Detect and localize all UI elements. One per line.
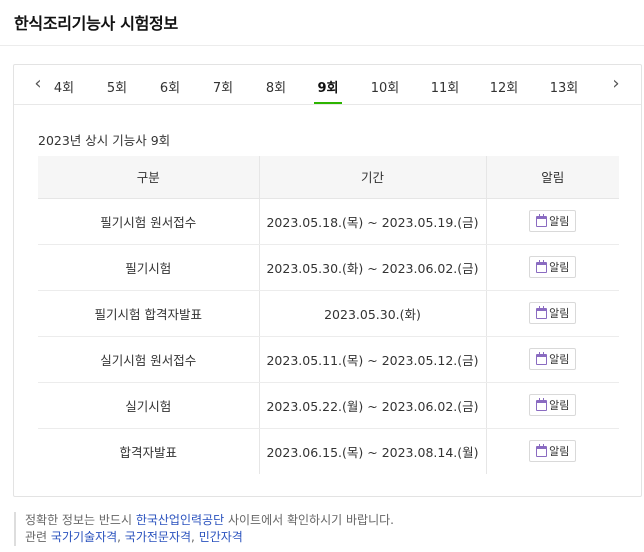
table-row: 합격자발표 2023.06.15.(목) ~ 2023.08.14.(월) 알림 [38,428,619,474]
tab-round-5[interactable]: 5회 [97,77,137,96]
table-row: 필기시험 원서접수 2023.05.18.(목) ~ 2023.05.19.(금… [38,198,619,245]
national-professional-qual-link[interactable]: 국가전문자격 [125,530,191,544]
tab-round-6[interactable]: 6회 [150,77,190,96]
alarm-button[interactable]: 알림 [529,348,577,370]
row-period: 2023.05.18.(목) ~ 2023.05.19.(금) [258,198,486,245]
title-divider [0,45,644,46]
tab-round-11[interactable]: 11회 [425,77,465,96]
schedule-table: 구분 기간 알림 필기시험 원서접수 2023.05.18.(목) ~ 2023… [38,156,619,474]
alarm-label: 알림 [549,353,570,366]
header-category: 구분 [38,156,259,199]
calendar-icon [536,397,548,411]
table-row: 필기시험 합격자발표 2023.05.30.(화) 알림 [38,290,619,337]
row-category: 필기시험 원서접수 [38,198,259,245]
alarm-label: 알림 [549,215,570,228]
separator: , [191,530,199,544]
page-title: 한식조리기능사 시험정보 [14,14,178,33]
notice-line-2: 관련 국가기술자격, 국가전문자격, 민간자격 [25,529,394,546]
row-period: 2023.05.11.(목) ~ 2023.05.12.(금) [258,336,486,383]
table-row: 필기시험 2023.05.30.(화) ~ 2023.06.02.(금) 알림 [38,244,619,291]
alarm-button[interactable]: 알림 [529,440,577,463]
national-technical-qual-link[interactable]: 국가기술자격 [51,530,117,544]
calendar-icon [536,259,548,273]
row-category: 필기시험 [38,244,259,291]
row-period: 2023.05.30.(화) [258,290,486,337]
tab-round-8[interactable]: 8회 [256,77,296,96]
row-category: 합격자발표 [119,444,177,460]
row-period: 2023.05.22.(월) ~ 2023.06.02.(금) [258,382,486,429]
chevron-right-icon[interactable]: › [609,75,623,93]
calendar-icon [536,351,548,365]
notice-line-1: 정확한 정보는 반드시 한국산업인력공단 사이트에서 확인하시기 바랍니다. [25,512,394,529]
tab-round-12[interactable]: 12회 [484,77,524,96]
alarm-label: 알림 [549,445,570,459]
private-qual-link[interactable]: 민간자격 [199,530,243,544]
row-category: 실기시험 [38,382,259,429]
row-period: 2023.06.15.(목) ~ 2023.08.14.(월) [258,428,486,474]
tab-round-9[interactable]: 9회 [308,77,348,96]
row-category: 필기시험 합격자발표 [38,290,259,337]
notice: 정확한 정보는 반드시 한국산업인력공단 사이트에서 확인하시기 바랍니다. 관… [14,512,394,546]
calendar-icon [536,213,548,227]
round-tab-bar: ‹ 4회 5회 6회 7회 8회 9회 10회 11회 12회 13회 › [14,65,641,105]
tab-round-13[interactable]: 13회 [544,77,584,96]
exam-info-card: ‹ 4회 5회 6회 7회 8회 9회 10회 11회 12회 13회 › 20… [13,64,642,497]
header-alarm: 알림 [485,156,619,199]
header-period: 기간 [258,156,486,199]
tab-round-7[interactable]: 7회 [203,77,243,96]
calendar-icon [536,305,548,319]
tab-round-4[interactable]: 4회 [44,77,84,96]
row-period: 2023.05.30.(화) ~ 2023.06.02.(금) [258,244,486,291]
alarm-label: 알림 [549,399,570,412]
separator: , [117,530,125,544]
notice-text: 정확한 정보는 반드시 [25,513,136,527]
alarm-label: 알림 [549,261,570,274]
schedule-caption: 2023년 상시 기능사 9회 [38,133,171,148]
alarm-button[interactable]: 알림 [529,210,577,232]
alarm-button[interactable]: 알림 [529,256,577,278]
active-tab-indicator [314,102,342,104]
related-label: 관련 [25,530,51,544]
calendar-icon [536,443,548,457]
hrdkorea-link[interactable]: 한국산업인력공단 [136,513,224,527]
tab-round-10[interactable]: 10회 [365,77,405,96]
alarm-button[interactable]: 알림 [529,394,577,416]
table-header-row: 구분 기간 알림 [38,156,619,199]
notice-text: 사이트에서 확인하시기 바랍니다. [224,513,394,527]
table-row: 실기시험 2023.05.22.(월) ~ 2023.06.02.(금) 알림 [38,382,619,429]
alarm-label: 알림 [549,307,570,320]
row-category: 실기시험 원서접수 [38,336,259,383]
table-row: 실기시험 원서접수 2023.05.11.(목) ~ 2023.05.12.(금… [38,336,619,383]
chevron-left-icon[interactable]: ‹ [31,75,45,93]
alarm-button[interactable]: 알림 [529,302,577,324]
